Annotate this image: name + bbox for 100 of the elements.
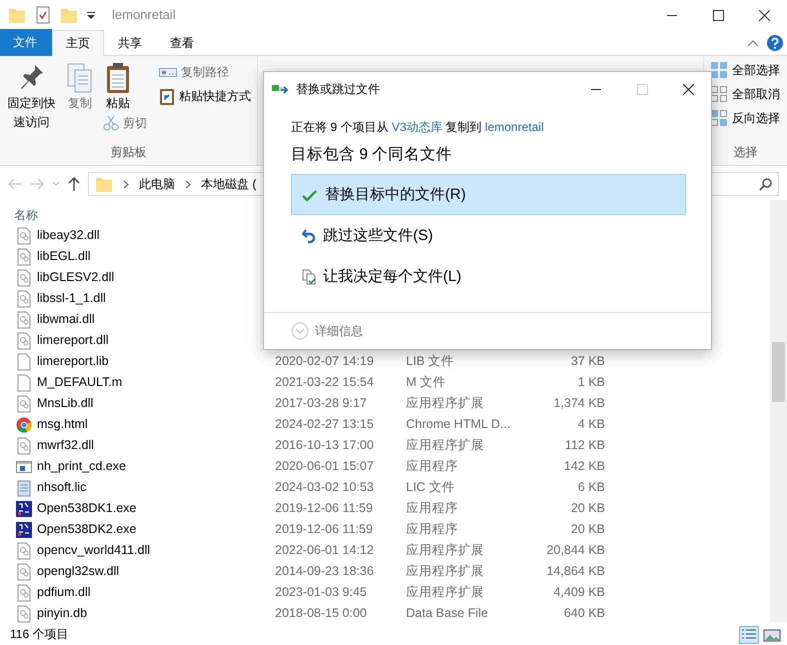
- file-name[interactable]: Open538DK2.exe: [37, 520, 136, 539]
- type-cell: 应用程序扩展: [406, 543, 484, 558]
- cut-button[interactable]: 剪切: [101, 112, 150, 133]
- path-icon: [159, 66, 178, 78]
- file-name[interactable]: libssl-1_1.dll: [37, 289, 106, 308]
- file-name[interactable]: libeay32.dll: [37, 226, 100, 245]
- column-header[interactable]: 名称: [14, 206, 38, 224]
- dll-file-icon: [16, 268, 32, 286]
- file-name[interactable]: nhsoft.lic: [37, 478, 86, 497]
- size-cell: 142 KB: [564, 459, 605, 474]
- conflict-heading: 目标包含 9 个同名文件: [290, 145, 454, 165]
- back-icon[interactable]: [8, 178, 22, 190]
- compare-files-icon: [302, 268, 316, 285]
- group-label: 剪贴板: [110, 144, 148, 161]
- dll-file-icon: [16, 542, 32, 560]
- pin-button[interactable]: 固定到快速访问: [4, 62, 60, 165]
- details-view-button[interactable]: [739, 626, 759, 644]
- file-name[interactable]: Open538DK1.exe: [37, 499, 136, 518]
- check-icon: [302, 188, 318, 202]
- scrollbar[interactable]: [770, 200, 787, 622]
- target-link[interactable]: lemonretail: [485, 120, 544, 134]
- file-name[interactable]: libwmai.dll: [37, 310, 95, 329]
- file-name[interactable]: MnsLib.dll: [37, 394, 94, 413]
- folder-icon[interactable]: [60, 6, 78, 24]
- collapse-ribbon-icon[interactable]: [747, 39, 759, 47]
- file-name[interactable]: pdfium.dll: [37, 583, 90, 602]
- option-button[interactable]: 跳过这些文件(S): [291, 215, 686, 256]
- breadcrumb[interactable]: 本地磁盘 (: [201, 175, 256, 193]
- size-cell: 37 KB: [570, 354, 605, 368]
- ribbon-command[interactable]: 全部选择: [708, 60, 785, 80]
- dll-file-icon: [16, 310, 32, 328]
- type-cell: Data Base File: [406, 606, 488, 620]
- dropdown-icon[interactable]: [86, 10, 96, 20]
- size-cell: 14,864 KB: [546, 564, 605, 578]
- file-name[interactable]: M_DEFAULT.m: [37, 373, 122, 392]
- ribbon-tab[interactable]: 共享: [104, 30, 156, 56]
- option-button[interactable]: 让我决定每个文件(L): [291, 256, 686, 298]
- type-cell: 应用程序扩展: [406, 438, 484, 452]
- program-icon: [16, 520, 32, 538]
- type-cell: M 文件: [406, 375, 446, 390]
- file-menu-tab[interactable]: 文件: [0, 29, 52, 56]
- option-button[interactable]: 替换目标中的文件(R): [291, 174, 686, 216]
- close-icon: [682, 84, 694, 94]
- ribbon-command[interactable]: 全部取消: [708, 84, 785, 104]
- ribbon-tab[interactable]: 主页: [52, 30, 104, 56]
- search-icon: [759, 178, 772, 190]
- dialog-title: 替换或跳过文件: [296, 81, 380, 98]
- expand-icon[interactable]: [291, 322, 309, 340]
- source-link[interactable]: V3动态库: [392, 120, 442, 134]
- type-cell: 应用程序: [406, 459, 458, 474]
- properties-icon[interactable]: [34, 6, 52, 24]
- size-cell: 112 KB: [564, 438, 605, 452]
- up-icon[interactable]: [68, 177, 80, 191]
- copy-button[interactable]: 复制: [63, 62, 98, 165]
- invert-selection-icon: [710, 109, 728, 127]
- paste-shortcut-button[interactable]: 粘贴快捷方式: [157, 86, 254, 106]
- file-name[interactable]: msg.html: [37, 415, 88, 434]
- paste-button[interactable]: 粘贴: [101, 62, 136, 113]
- copy-path-button[interactable]: 复制路径: [157, 62, 232, 82]
- chevron-icon: [185, 180, 191, 188]
- file-name[interactable]: mwrf32.dll: [37, 436, 94, 455]
- date-cell: 2018-08-15 0:00: [275, 606, 367, 620]
- details-toggle[interactable]: 详细信息: [315, 322, 363, 340]
- dll-file-icon: [16, 226, 32, 244]
- recent-icon[interactable]: [52, 181, 60, 187]
- type-cell: 应用程序: [406, 501, 458, 516]
- file-name[interactable]: limereport.lib: [37, 352, 109, 371]
- file-name[interactable]: limereport.dll: [37, 331, 109, 350]
- dll-file-icon: [16, 604, 32, 622]
- folder-icon[interactable]: [8, 6, 26, 24]
- ribbon-tab[interactable]: 查看: [156, 30, 208, 56]
- dll-file-icon: [16, 584, 32, 602]
- file-name[interactable]: opengl32sw.dll: [37, 562, 120, 581]
- select-all-icon: [710, 61, 728, 79]
- scissors-icon: [103, 114, 120, 131]
- forward-icon[interactable]: [30, 178, 44, 190]
- copy-icon: [66, 62, 94, 94]
- file-name[interactable]: opencv_world411.dll: [37, 541, 150, 560]
- date-cell: 2020-02-07 14:19: [275, 354, 374, 368]
- maximize-icon: [712, 10, 724, 20]
- file-name[interactable]: libGLESV2.dll: [37, 268, 114, 287]
- date-cell: 2019-12-06 11:59: [275, 522, 373, 536]
- maximize-icon: [636, 84, 648, 94]
- file-icon: [16, 374, 32, 392]
- type-cell: 应用程序扩展: [406, 585, 484, 600]
- size-cell: 1,374 KB: [554, 396, 605, 410]
- size-cell: 6 KB: [578, 480, 605, 494]
- date-cell: 2019-12-06 11:59: [275, 501, 373, 516]
- date-cell: 2020-06-01 15:07: [275, 459, 374, 474]
- help-icon[interactable]: [767, 35, 783, 51]
- type-cell: 应用程序: [406, 522, 458, 536]
- file-name[interactable]: pinyin.db: [37, 604, 88, 623]
- shortcut-icon: [159, 87, 176, 105]
- breadcrumb[interactable]: 此电脑: [139, 175, 175, 193]
- ribbon-command[interactable]: 反向选择: [708, 108, 785, 128]
- file-name[interactable]: libEGL.dll: [37, 247, 90, 266]
- file-name[interactable]: nh_print_cd.exe: [37, 457, 126, 476]
- date-cell: 2016-10-13 17:00: [275, 438, 374, 452]
- date-cell: 2024-02-27 13:15: [275, 417, 374, 432]
- copy-message: 正在将 9 个项目从 V3动态库 复制到 lemonretail: [290, 119, 545, 136]
